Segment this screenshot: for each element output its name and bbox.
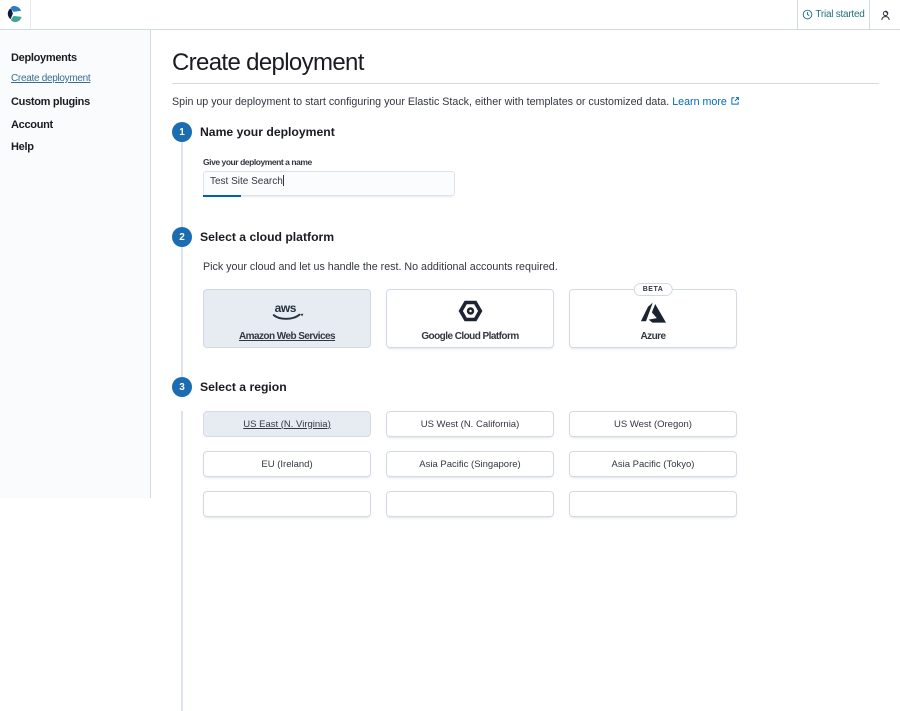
svg-text:aws: aws [275, 301, 297, 315]
